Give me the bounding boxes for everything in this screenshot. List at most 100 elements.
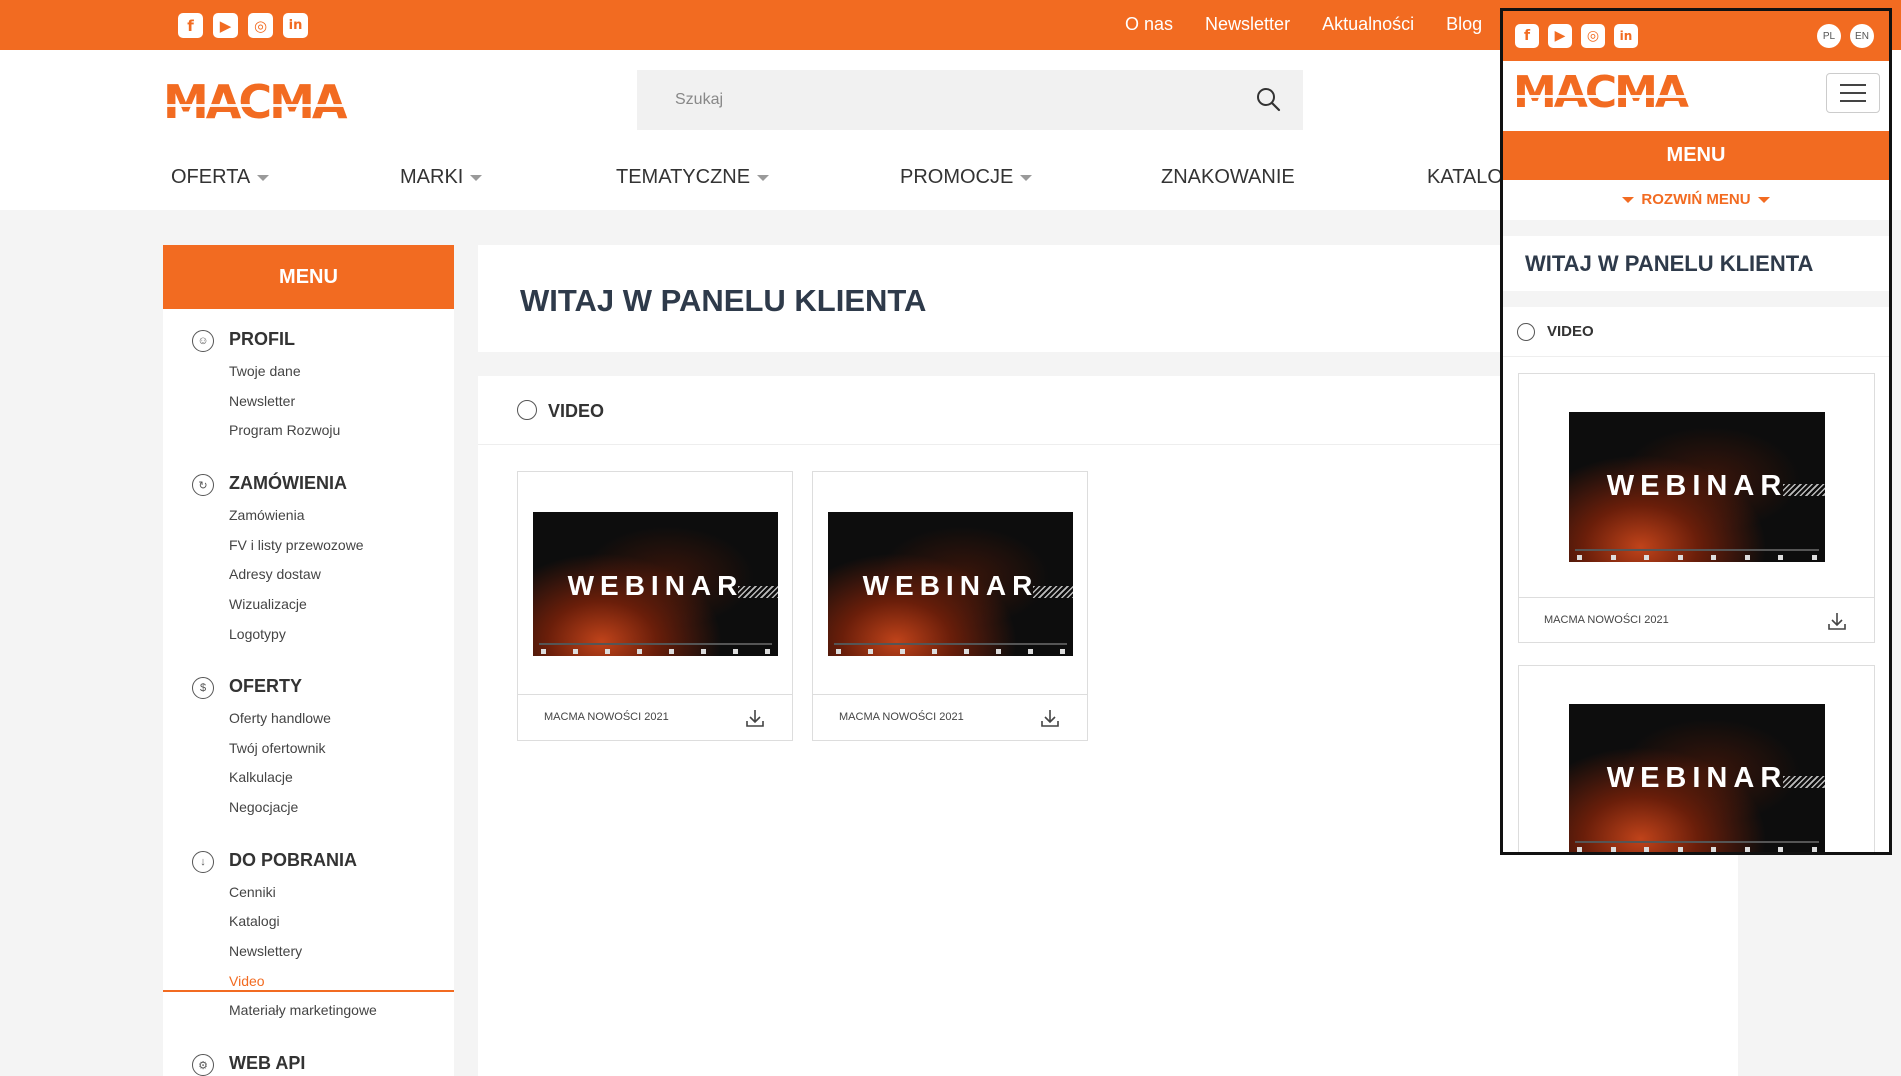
- player-controls: [828, 642, 1073, 656]
- video-section-title: VIDEO: [548, 401, 605, 421]
- sidebar-item-twoje-dane[interactable]: Twoje dane: [229, 363, 301, 379]
- download-icon: ↓: [192, 851, 214, 873]
- sidebar-item-katalogi[interactable]: Katalogi: [229, 913, 280, 929]
- mobile-social-links: f ▶ ◎ in: [1515, 24, 1638, 48]
- download-icon[interactable]: [1826, 610, 1848, 632]
- lang-en[interactable]: EN: [1850, 24, 1874, 48]
- chevron-down-icon: [1757, 197, 1770, 204]
- video-card[interactable]: WEBINAR MACMA NOWOŚCI 2021: [812, 471, 1088, 741]
- facebook-icon[interactable]: f: [178, 13, 203, 38]
- sidebar-section-zamowienia[interactable]: ZAMÓWIENIA: [229, 473, 347, 494]
- sidebar-item-fv-listy[interactable]: FV i listy przewozowe: [229, 537, 364, 553]
- video-thumbnail[interactable]: WEBINAR: [1569, 704, 1825, 852]
- video-title: MACMA NOWOŚCI 2021: [1544, 614, 1669, 626]
- top-links: O nas Newsletter Aktualności Blog: [1125, 14, 1482, 35]
- sidebar-item-adresy-dostaw[interactable]: Adresy dostaw: [229, 566, 321, 582]
- top-link-about[interactable]: O nas: [1125, 14, 1173, 35]
- top-link-newsletter[interactable]: Newsletter: [1205, 14, 1290, 35]
- nav-znakowanie[interactable]: ZNAKOWANIE: [1161, 166, 1295, 189]
- nav-promocje[interactable]: PROMOCJE: [900, 166, 1033, 189]
- sidebar-section-oferty[interactable]: OFERTY: [229, 676, 302, 697]
- sidebar-item-oferty-handlowe[interactable]: Oferty handlowe: [229, 710, 331, 726]
- sidebar-item-newslettery[interactable]: Newslettery: [229, 943, 302, 959]
- sidebar-section-web-api[interactable]: WEB API: [229, 1053, 305, 1074]
- chevron-down-icon: [257, 174, 270, 181]
- video-card[interactable]: WEBINAR MACMA NOWOŚCI 2021: [517, 471, 793, 741]
- player-controls: [533, 642, 778, 656]
- instagram-icon[interactable]: ◎: [1581, 24, 1605, 48]
- video-card-footer: MACMA NOWOŚCI 2021: [518, 694, 792, 740]
- thumbnail-text: WEBINAR: [1606, 470, 1788, 502]
- download-icon[interactable]: [1039, 707, 1061, 729]
- instagram-icon[interactable]: ◎: [248, 13, 273, 38]
- top-link-blog[interactable]: Blog: [1446, 14, 1482, 35]
- linkedin-icon[interactable]: in: [283, 13, 308, 38]
- chevron-down-icon: [1020, 174, 1033, 181]
- video-title: MACMA NOWOŚCI 2021: [544, 711, 669, 723]
- orders-icon: ↻: [192, 474, 214, 496]
- account-sidebar: MENU ☺ PROFIL Twoje dane Newsletter Prog…: [163, 245, 454, 1076]
- search-box[interactable]: Szukaj: [637, 70, 1303, 130]
- mobile-video-title: VIDEO: [1547, 323, 1594, 340]
- sidebar-item-negocjacje[interactable]: Negocjacje: [229, 799, 298, 815]
- search-input[interactable]: Szukaj: [675, 91, 723, 109]
- sidebar-section-do-pobrania[interactable]: DO POBRANIA: [229, 850, 357, 871]
- video-thumbnail[interactable]: WEBINAR: [828, 512, 1073, 656]
- youtube-icon[interactable]: ▶: [1548, 24, 1572, 48]
- sidebar-item-ofertownik[interactable]: Twój ofertownik: [229, 740, 325, 756]
- nav-oferta[interactable]: OFERTA: [171, 166, 270, 189]
- nav-marki[interactable]: MARKI: [400, 166, 483, 189]
- sidebar-item-wizualizacje[interactable]: Wizualizacje: [229, 596, 307, 612]
- sidebar-item-newsletter[interactable]: Newsletter: [229, 393, 295, 409]
- video-icon: [1517, 323, 1535, 341]
- chevron-down-icon: [1622, 197, 1635, 204]
- api-icon: ⚙: [192, 1054, 214, 1076]
- sidebar-item-video[interactable]: Video: [229, 973, 265, 989]
- thumbnail-text: WEBINAR: [1606, 762, 1788, 794]
- sidebar-item-materialy-marketingowe[interactable]: Materiały marketingowe: [229, 1002, 377, 1018]
- video-title: MACMA NOWOŚCI 2021: [839, 711, 964, 723]
- mobile-video-header: VIDEO: [1503, 307, 1889, 357]
- lang-pl[interactable]: PL: [1817, 24, 1841, 48]
- sidebar-item-kalkulacje[interactable]: Kalkulacje: [229, 769, 293, 785]
- top-link-news[interactable]: Aktualności: [1322, 14, 1414, 35]
- mobile-header: MACMA: [1503, 61, 1889, 131]
- mobile-preview: f ▶ ◎ in PL EN MACMA MENU ROZWIŃ MENU WI…: [1500, 8, 1892, 855]
- video-thumbnail[interactable]: WEBINAR: [533, 512, 778, 656]
- mobile-video-panel: VIDEO WEBINAR MACMA NOWOŚCI 2021 WEBINAR: [1503, 307, 1889, 852]
- video-card-footer: MACMA NOWOŚCI 2021: [813, 694, 1087, 740]
- thumbnail-text: WEBINAR: [862, 570, 1039, 601]
- player-controls: [1569, 840, 1825, 852]
- video-thumbnail[interactable]: WEBINAR: [1569, 412, 1825, 562]
- youtube-icon[interactable]: ▶: [213, 13, 238, 38]
- sidebar-item-program-rozwoju[interactable]: Program Rozwoju: [229, 422, 340, 438]
- video-icon: [517, 400, 537, 420]
- hamburger-menu-button[interactable]: [1826, 73, 1880, 113]
- logo[interactable]: MACMA: [163, 79, 348, 125]
- sidebar-title: MENU: [163, 245, 454, 309]
- sidebar-item-logotypy[interactable]: Logotypy: [229, 626, 286, 642]
- video-card[interactable]: WEBINAR: [1518, 665, 1875, 852]
- expand-menu-button[interactable]: ROZWIŃ MENU: [1503, 180, 1889, 220]
- download-icon[interactable]: [744, 707, 766, 729]
- mobile-page-title: WITAJ W PANELU KLIENTA: [1525, 251, 1814, 276]
- linkedin-icon[interactable]: in: [1614, 24, 1638, 48]
- video-card-footer: MACMA NOWOŚCI 2021: [1519, 597, 1874, 642]
- page-title: WITAJ W PANELU KLIENTA: [520, 283, 927, 318]
- player-controls: [1569, 548, 1825, 562]
- video-card[interactable]: WEBINAR MACMA NOWOŚCI 2021: [1518, 373, 1875, 643]
- sidebar-section-profil[interactable]: PROFIL: [229, 329, 295, 350]
- logo[interactable]: MACMA: [1513, 71, 1689, 115]
- active-item-underline: [163, 990, 454, 992]
- user-icon: ☺: [192, 330, 214, 352]
- facebook-icon[interactable]: f: [1515, 24, 1539, 48]
- chevron-down-icon: [757, 174, 770, 181]
- sidebar-item-cenniki[interactable]: Cenniki: [229, 884, 276, 900]
- nav-tematyczne[interactable]: TEMATYCZNE: [616, 166, 770, 189]
- offers-icon: $: [192, 677, 214, 699]
- mobile-welcome-panel: WITAJ W PANELU KLIENTA: [1503, 236, 1889, 291]
- sidebar-item-zamowienia[interactable]: Zamówienia: [229, 507, 304, 523]
- chevron-down-icon: [470, 174, 483, 181]
- search-icon[interactable]: [1255, 86, 1281, 112]
- thumbnail-text: WEBINAR: [567, 570, 744, 601]
